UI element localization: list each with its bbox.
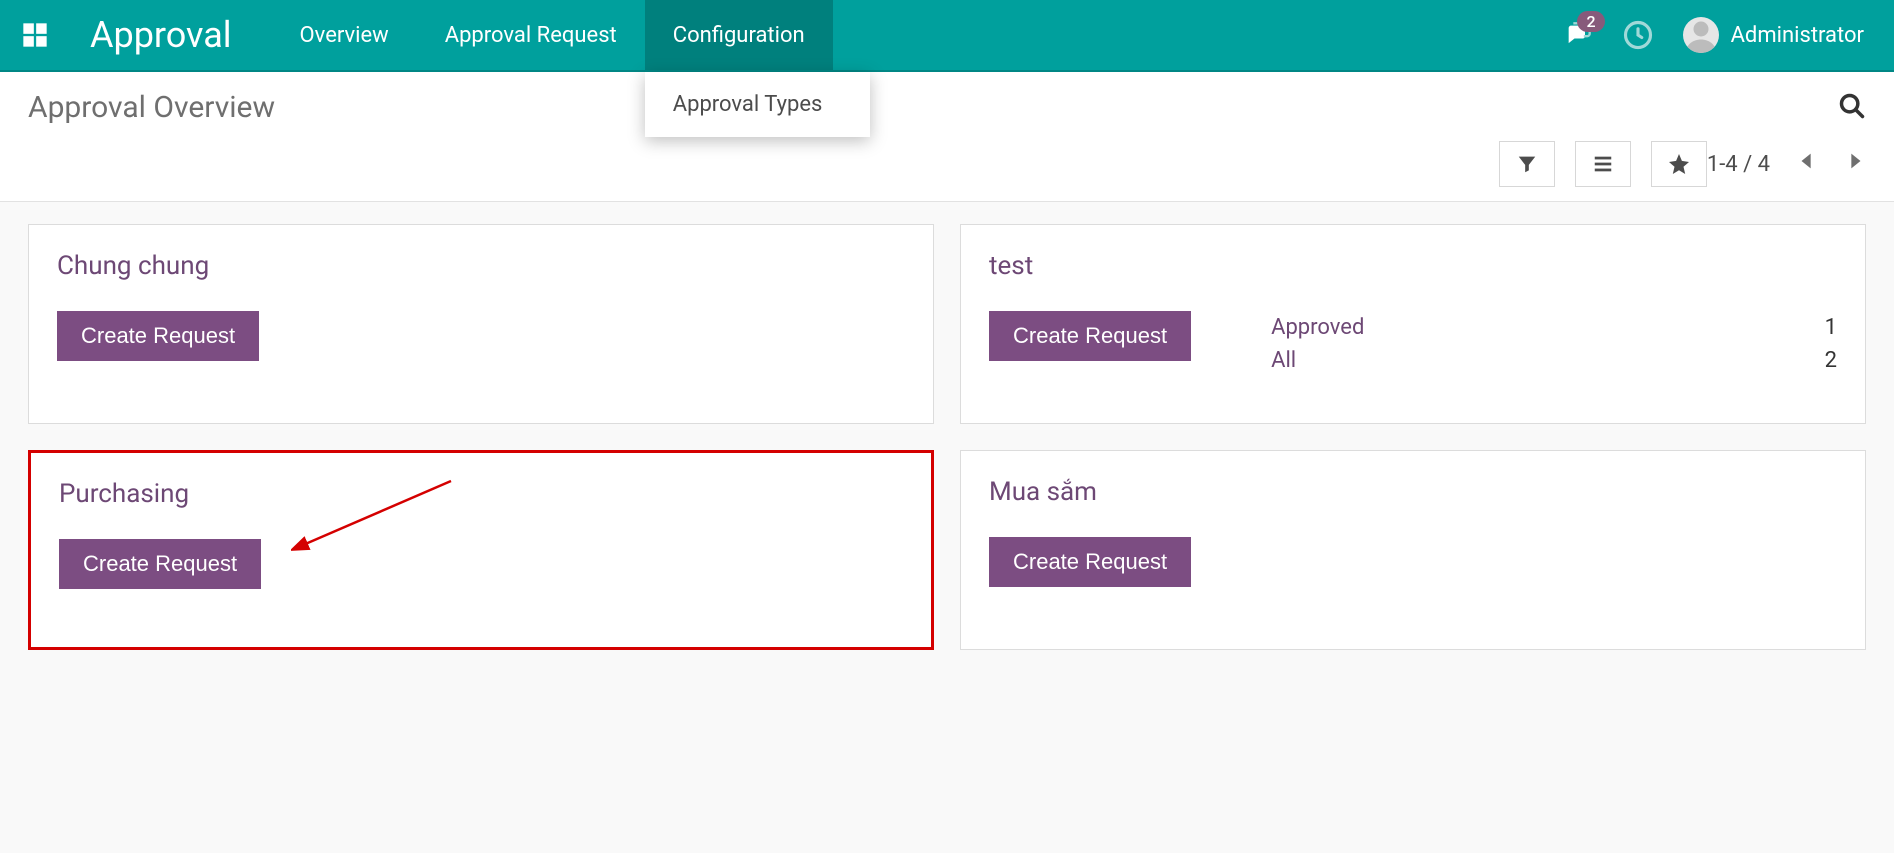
stat-value: 2	[1825, 348, 1837, 373]
favorites-button[interactable]	[1651, 141, 1707, 187]
nav-items: Overview Approval Request Configuration …	[272, 0, 833, 70]
activity-icon[interactable]	[1623, 20, 1653, 50]
kanban-card-test[interactable]: test Create Request Approved 1 All 2	[960, 224, 1866, 424]
nav-right: 2 Administrator	[1563, 17, 1894, 53]
pager-text: 1-4 / 4	[1707, 152, 1770, 177]
page-title: Approval Overview	[28, 90, 275, 125]
navbar: Approval Overview Approval Request Confi…	[0, 0, 1894, 72]
nav-item-overview[interactable]: Overview	[272, 0, 417, 70]
kanban-card-chung-chung[interactable]: Chung chung Create Request	[28, 224, 934, 424]
card-title: Mua sắm	[989, 477, 1837, 507]
configuration-dropdown: Approval Types	[645, 72, 870, 137]
create-request-button[interactable]: Create Request	[57, 311, 259, 361]
filter-button[interactable]	[1499, 141, 1555, 187]
apps-icon[interactable]	[0, 21, 70, 49]
create-request-button[interactable]: Create Request	[59, 539, 261, 589]
kanban-card-purchasing[interactable]: Purchasing Create Request	[28, 450, 934, 650]
dropdown-item-approval-types[interactable]: Approval Types	[645, 72, 870, 137]
stat-value: 1	[1825, 315, 1837, 340]
card-title: Purchasing	[59, 479, 903, 509]
pager-next[interactable]	[1844, 148, 1866, 180]
avatar	[1683, 17, 1719, 53]
pager-prev[interactable]	[1796, 148, 1818, 180]
groupby-button[interactable]	[1575, 141, 1631, 187]
user-menu[interactable]: Administrator	[1683, 17, 1864, 53]
nav-item-approval-request[interactable]: Approval Request	[417, 0, 645, 70]
card-title: Chung chung	[57, 251, 905, 281]
nav-item-configuration[interactable]: Configuration	[645, 0, 833, 70]
search-icon[interactable]	[1838, 92, 1866, 124]
kanban-card-mua-sam[interactable]: Mua sắm Create Request	[960, 450, 1866, 650]
stat-label[interactable]: All	[1271, 348, 1296, 373]
messages-badge: 2	[1577, 11, 1604, 32]
user-name-label: Administrator	[1731, 23, 1864, 48]
kanban-view: Chung chung Create Request test Create R…	[0, 202, 1894, 672]
app-brand[interactable]: Approval	[70, 14, 272, 56]
messages-icon[interactable]: 2	[1563, 21, 1593, 49]
pager: 1-4 / 4	[1707, 148, 1866, 180]
create-request-button[interactable]: Create Request	[989, 537, 1191, 587]
card-stats: Approved 1 All 2	[1271, 311, 1837, 377]
control-panel: Approval Overview 1-4 / 4	[0, 72, 1894, 202]
card-title: test	[989, 251, 1837, 281]
create-request-button[interactable]: Create Request	[989, 311, 1191, 361]
stat-label[interactable]: Approved	[1271, 315, 1364, 340]
